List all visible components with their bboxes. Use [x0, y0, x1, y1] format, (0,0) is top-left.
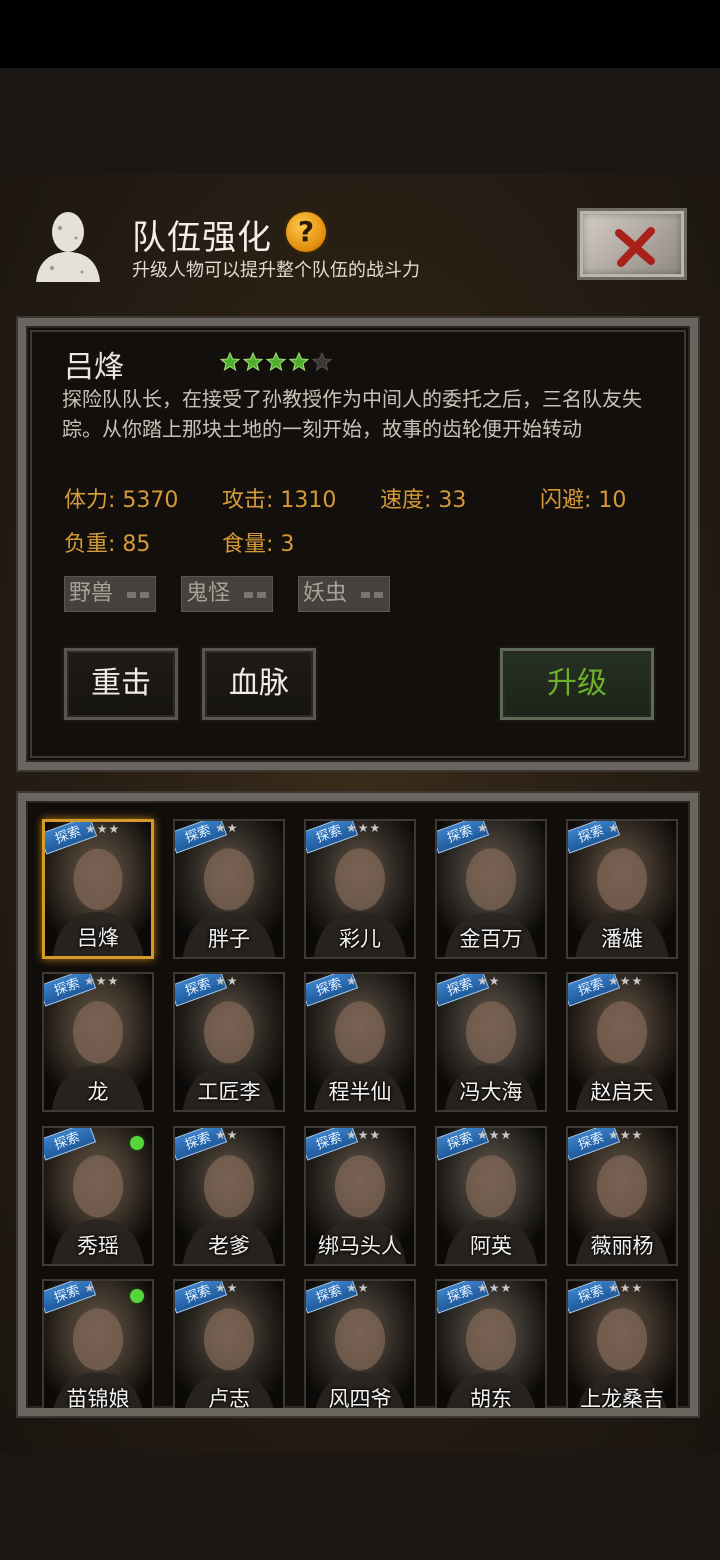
new-indicator-dot [130, 1289, 144, 1303]
card-star-rating: ★★★ [608, 1281, 644, 1295]
tag-level-dots [244, 592, 266, 598]
character-card[interactable]: 探索 ★★ 风四爷 [304, 1279, 416, 1411]
card-star-rating: ★★ [215, 821, 239, 835]
character-card[interactable]: 探索 ★★ 冯大海 [435, 972, 547, 1112]
character-roster: 探索 ★★★ 吕烽 探索 ★★ 胖子 探索 ★★★ 彩儿 探索 ★ 金百万 探索 ★ 潘雄 探索 ★★★ 龙探索 ★… [18, 793, 698, 1416]
tag-ghost: 鬼怪 [181, 576, 273, 612]
card-star-rating: ★★★ [608, 974, 644, 988]
top-band [0, 68, 720, 174]
character-card-name: 卢志 [208, 1387, 250, 1411]
character-card[interactable]: 探索 ★★★ 绑马头人 [304, 1126, 416, 1266]
character-card-name: 秀瑶 [77, 1234, 119, 1258]
card-star-rating: ★★ [477, 974, 501, 988]
tag-label: 妖虫 [303, 581, 348, 606]
question-icon[interactable]: ? [286, 212, 326, 252]
card-star-rating: ★ [608, 821, 620, 835]
tag-beast: 野兽 [64, 576, 156, 612]
card-star-rating: ★★★ [477, 1128, 513, 1142]
tag-level-dots [127, 592, 149, 598]
stat-attack: 攻击: 1310 [222, 488, 337, 513]
character-card-name: 阿英 [470, 1234, 512, 1258]
character-card[interactable]: 探索 ★★ 卢志 [173, 1279, 285, 1411]
character-card-name: 金百万 [459, 927, 523, 951]
tag-label: 野兽 [69, 581, 114, 606]
tag-insect: 妖虫 [298, 576, 390, 612]
character-card-name: 风四爷 [328, 1387, 392, 1411]
character-card[interactable]: 探索 ★★★ 赵启天 [566, 972, 678, 1112]
star-filled-icon [220, 352, 240, 372]
tag-level-dots [361, 592, 383, 598]
character-rating [220, 352, 332, 372]
tag-label: 鬼怪 [186, 581, 231, 606]
character-card-name: 胡东 [470, 1387, 512, 1411]
stat-food: 食量: 3 [222, 532, 295, 557]
card-star-rating: ★★★ [85, 822, 121, 836]
card-star-rating: ★ [346, 974, 358, 988]
character-card[interactable]: 探索 ★★★ 上龙桑吉 [566, 1279, 678, 1411]
character-card[interactable]: 探索 ★ 潘雄 [566, 819, 678, 959]
skill-bloodline-button[interactable]: 血脉 [202, 648, 316, 720]
character-card-name: 吕烽 [77, 926, 119, 950]
card-star-rating: ★ [84, 1281, 96, 1295]
card-star-rating: ★★★ [346, 1128, 382, 1142]
star-filled-icon [289, 352, 309, 372]
character-card[interactable]: 探索 秀瑶 [42, 1126, 154, 1266]
character-card[interactable]: 探索 ★ 苗锦娘 [42, 1279, 154, 1411]
character-card-name: 冯大海 [459, 1080, 523, 1104]
character-card[interactable]: 探索 ★★★ 阿英 [435, 1126, 547, 1266]
stat-load: 负重: 85 [64, 532, 151, 557]
stat-dodge: 闪避: 10 [540, 488, 627, 513]
character-card-name: 胖子 [208, 927, 250, 951]
upgrade-button[interactable]: 升级 [500, 648, 654, 720]
new-indicator-dot [130, 1136, 144, 1150]
card-star-rating: ★★★ [608, 1128, 644, 1142]
character-card-name: 苗锦娘 [66, 1387, 130, 1411]
card-star-rating: ★★★ [84, 974, 120, 988]
character-card[interactable]: 探索 ★ 程半仙 [304, 972, 416, 1112]
character-card[interactable]: 探索 ★★ 老爹 [173, 1126, 285, 1266]
character-description: 探险队队长，在接受了孙教授作为中间人的委托之后，三名队友失踪。从你踏上那块土地的… [62, 387, 642, 441]
status-bar-area [0, 0, 720, 68]
page-subtitle: 升级人物可以提升整个队伍的战斗力 [132, 260, 420, 281]
close-button[interactable] [577, 208, 687, 280]
character-card[interactable]: 探索 ★★★ 吕烽 [42, 819, 154, 959]
character-card-name: 彩儿 [339, 927, 381, 951]
character-card[interactable]: 探索 ★★ 胖子 [173, 819, 285, 959]
character-card[interactable]: 探索 ★ 金百万 [435, 819, 547, 959]
character-card[interactable]: 探索 ★★★ 龙 [42, 972, 154, 1112]
character-card-name: 程半仙 [328, 1080, 392, 1104]
character-card[interactable]: 探索 ★★★ 彩儿 [304, 819, 416, 959]
character-card[interactable]: 探索 ★★★ 胡东 [435, 1279, 547, 1411]
star-filled-icon [243, 352, 263, 372]
character-card-name: 工匠李 [197, 1080, 261, 1104]
character-name: 吕烽 [64, 350, 124, 385]
character-card-name: 龙 [87, 1080, 109, 1104]
character-card[interactable]: 探索 ★★★ 薇丽杨 [566, 1126, 678, 1266]
character-card[interactable]: 探索 ★★ 工匠李 [173, 972, 285, 1112]
stat-stamina: 体力: 5370 [64, 488, 179, 513]
character-card-name: 老爹 [208, 1234, 250, 1258]
character-card-name: 潘雄 [601, 927, 643, 951]
character-card-name: 薇丽杨 [590, 1234, 654, 1258]
card-star-rating: ★ [477, 821, 489, 835]
character-card-name: 绑马头人 [318, 1234, 402, 1258]
star-filled-icon [266, 352, 286, 372]
card-star-rating: ★★★ [477, 1281, 513, 1295]
card-star-rating: ★★ [215, 1128, 239, 1142]
stat-speed: 速度: 33 [380, 488, 467, 513]
card-star-rating: ★★ [346, 1281, 370, 1295]
character-card-name: 上龙桑吉 [580, 1387, 664, 1411]
card-star-rating: ★★ [215, 974, 239, 988]
person-silhouette-icon [36, 212, 100, 282]
page-title: 队伍强化 [132, 218, 272, 258]
skill-heavy-strike-button[interactable]: 重击 [64, 648, 178, 720]
card-star-rating: ★★ [215, 1281, 239, 1295]
bottom-band [0, 1454, 720, 1560]
close-x-icon [615, 227, 655, 267]
character-card-name: 赵启天 [590, 1080, 654, 1104]
star-empty-icon [312, 352, 332, 372]
card-star-rating: ★★★ [346, 821, 382, 835]
